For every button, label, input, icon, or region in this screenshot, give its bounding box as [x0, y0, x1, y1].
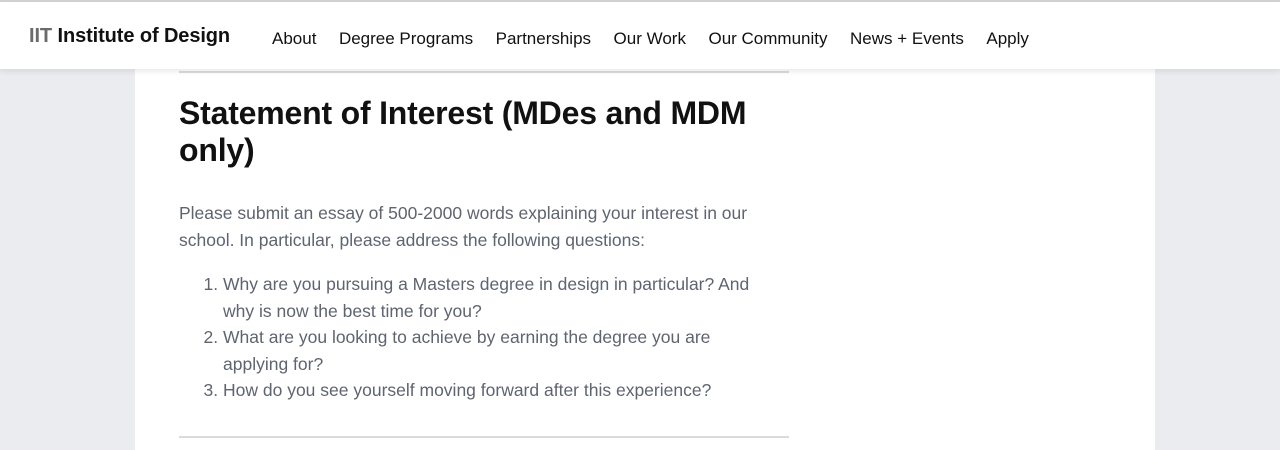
- nav-our-community[interactable]: Our Community: [708, 29, 827, 49]
- section-intro: Please submit an essay of 500-2000 words…: [179, 203, 748, 250]
- nav-apply[interactable]: Apply: [986, 29, 1029, 49]
- section-divider-bottom: [179, 436, 789, 438]
- section-divider-top: [179, 71, 789, 73]
- nav-degree-programs[interactable]: Degree Programs: [339, 29, 473, 49]
- nav-news-events[interactable]: News + Events: [850, 29, 964, 49]
- question-item: Why are you pursuing a Masters degree in…: [223, 271, 768, 324]
- question-item: How do you see yourself moving forward a…: [223, 377, 768, 404]
- nav-our-work[interactable]: Our Work: [614, 29, 686, 49]
- logo-prefix: IIT: [29, 25, 53, 47]
- nav-partnerships[interactable]: Partnerships: [496, 29, 591, 49]
- question-item: What are you looking to achieve by earni…: [223, 324, 768, 377]
- logo-name: Institute of Design: [57, 25, 231, 47]
- section-title: Statement of Interest (MDes and MDM only…: [179, 95, 747, 168]
- site-logo[interactable]: IIT Institute of Design: [29, 25, 230, 48]
- site-header: IIT Institute of Design About Degree Pro…: [0, 2, 1280, 69]
- main-nav: About Degree Programs Partnerships Our W…: [272, 29, 1051, 49]
- question-list: Why are you pursuing a Masters degree in…: [179, 271, 779, 404]
- nav-about[interactable]: About: [272, 29, 316, 49]
